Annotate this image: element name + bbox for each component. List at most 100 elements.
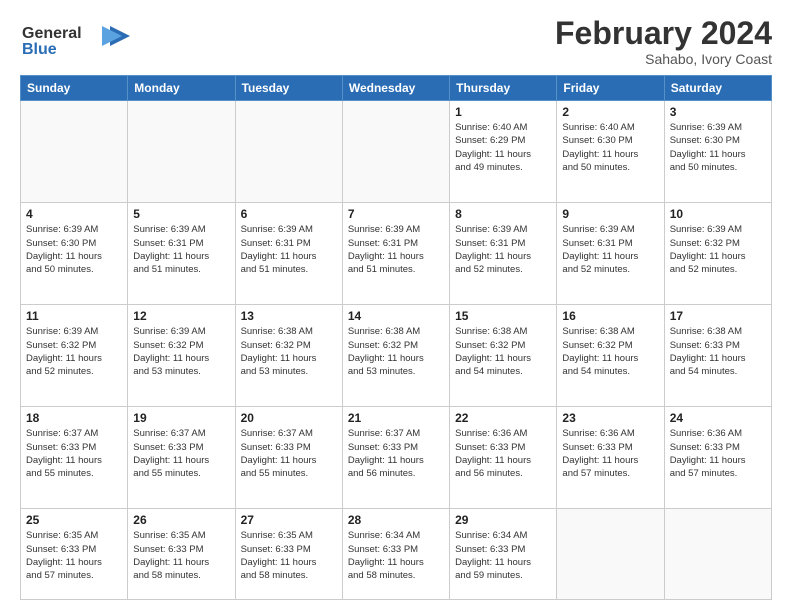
col-saturday: Saturday [664, 76, 771, 101]
day-number: 17 [670, 309, 766, 323]
day-info: Sunrise: 6:39 AM Sunset: 6:32 PM Dayligh… [26, 325, 122, 378]
header: General Blue February 2024 Sahabo, Ivory… [20, 16, 772, 67]
day-number: 18 [26, 411, 122, 425]
day-cell: 18 Sunrise: 6:37 AM Sunset: 6:33 PM Dayli… [21, 407, 128, 509]
day-info: Sunrise: 6:38 AM Sunset: 6:32 PM Dayligh… [241, 325, 337, 378]
col-wednesday: Wednesday [342, 76, 449, 101]
day-info: Sunrise: 6:38 AM Sunset: 6:32 PM Dayligh… [455, 325, 551, 378]
day-cell: 29Sunrise: 6:34 AM Sunset: 6:33 PM Dayli… [450, 509, 557, 600]
page: General Blue February 2024 Sahabo, Ivory… [0, 0, 792, 612]
day-cell: 4Sunrise: 6:39 AM Sunset: 6:30 PM Daylig… [21, 203, 128, 305]
day-info: Sunrise: 6:39 AM Sunset: 6:32 PM Dayligh… [670, 223, 766, 276]
day-cell: 20 Sunrise: 6:37 AM Sunset: 6:33 PM Dayli… [235, 407, 342, 509]
day-cell: 2 Sunrise: 6:40 AM Sunset: 6:30 PM Daylig… [557, 101, 664, 203]
logo-text: General Blue [20, 16, 130, 61]
week-row-4: 18 Sunrise: 6:37 AM Sunset: 6:33 PM Dayli… [21, 407, 772, 509]
day-info: Sunrise: 6:38 AM Sunset: 6:32 PM Dayligh… [562, 325, 658, 378]
day-cell: 12Sunrise: 6:39 AM Sunset: 6:32 PM Dayli… [128, 305, 235, 407]
col-sunday: Sunday [21, 76, 128, 101]
day-info: Sunrise: 6:38 AM Sunset: 6:32 PM Dayligh… [348, 325, 444, 378]
day-number: 19 [133, 411, 229, 425]
week-row-3: 11 Sunrise: 6:39 AM Sunset: 6:32 PM Dayli… [21, 305, 772, 407]
day-cell: 13 Sunrise: 6:38 AM Sunset: 6:32 PM Dayli… [235, 305, 342, 407]
day-number: 13 [241, 309, 337, 323]
day-info: Sunrise: 6:39 AM Sunset: 6:31 PM Dayligh… [455, 223, 551, 276]
day-cell: 10 Sunrise: 6:39 AM Sunset: 6:32 PM Dayli… [664, 203, 771, 305]
day-info: Sunrise: 6:34 AM Sunset: 6:33 PM Dayligh… [455, 529, 551, 582]
day-number: 25 [26, 513, 122, 527]
logo: General Blue [20, 16, 130, 61]
day-cell: 9Sunrise: 6:39 AM Sunset: 6:31 PM Daylig… [557, 203, 664, 305]
location-subtitle: Sahabo, Ivory Coast [555, 51, 772, 67]
day-cell: 1Sunrise: 6:40 AM Sunset: 6:29 PM Daylig… [450, 101, 557, 203]
day-cell: 28 Sunrise: 6:34 AM Sunset: 6:33 PM Dayli… [342, 509, 449, 600]
day-number: 14 [348, 309, 444, 323]
day-cell: 14 Sunrise: 6:38 AM Sunset: 6:32 PM Dayli… [342, 305, 449, 407]
day-info: Sunrise: 6:37 AM Sunset: 6:33 PM Dayligh… [241, 427, 337, 480]
day-cell: 8Sunrise: 6:39 AM Sunset: 6:31 PM Daylig… [450, 203, 557, 305]
day-info: Sunrise: 6:39 AM Sunset: 6:31 PM Dayligh… [241, 223, 337, 276]
day-cell: 19 Sunrise: 6:37 AM Sunset: 6:33 PM Dayli… [128, 407, 235, 509]
day-cell: 7 Sunrise: 6:39 AM Sunset: 6:31 PM Daylig… [342, 203, 449, 305]
day-info: Sunrise: 6:37 AM Sunset: 6:33 PM Dayligh… [348, 427, 444, 480]
day-cell: 23Sunrise: 6:36 AM Sunset: 6:33 PM Dayli… [557, 407, 664, 509]
day-number: 21 [348, 411, 444, 425]
day-number: 11 [26, 309, 122, 323]
day-cell [128, 101, 235, 203]
day-number: 22 [455, 411, 551, 425]
day-info: Sunrise: 6:38 AM Sunset: 6:33 PM Dayligh… [670, 325, 766, 378]
day-info: Sunrise: 6:36 AM Sunset: 6:33 PM Dayligh… [670, 427, 766, 480]
day-number: 7 [348, 207, 444, 221]
day-info: Sunrise: 6:37 AM Sunset: 6:33 PM Dayligh… [26, 427, 122, 480]
day-info: Sunrise: 6:34 AM Sunset: 6:33 PM Dayligh… [348, 529, 444, 582]
day-cell: 6 Sunrise: 6:39 AM Sunset: 6:31 PM Daylig… [235, 203, 342, 305]
day-info: Sunrise: 6:39 AM Sunset: 6:31 PM Dayligh… [133, 223, 229, 276]
col-monday: Monday [128, 76, 235, 101]
day-number: 12 [133, 309, 229, 323]
day-number: 27 [241, 513, 337, 527]
day-cell: 15Sunrise: 6:38 AM Sunset: 6:32 PM Dayli… [450, 305, 557, 407]
day-number: 20 [241, 411, 337, 425]
day-cell: 25 Sunrise: 6:35 AM Sunset: 6:33 PM Dayli… [21, 509, 128, 600]
day-cell: 11 Sunrise: 6:39 AM Sunset: 6:32 PM Dayli… [21, 305, 128, 407]
day-number: 24 [670, 411, 766, 425]
day-number: 23 [562, 411, 658, 425]
day-info: Sunrise: 6:35 AM Sunset: 6:33 PM Dayligh… [26, 529, 122, 582]
day-number: 10 [670, 207, 766, 221]
day-cell [235, 101, 342, 203]
day-cell: 17 Sunrise: 6:38 AM Sunset: 6:33 PM Dayli… [664, 305, 771, 407]
day-cell: 16Sunrise: 6:38 AM Sunset: 6:32 PM Dayli… [557, 305, 664, 407]
day-number: 4 [26, 207, 122, 221]
day-cell: 21 Sunrise: 6:37 AM Sunset: 6:33 PM Dayli… [342, 407, 449, 509]
col-friday: Friday [557, 76, 664, 101]
day-info: Sunrise: 6:35 AM Sunset: 6:33 PM Dayligh… [133, 529, 229, 582]
week-row-5: 25 Sunrise: 6:35 AM Sunset: 6:33 PM Dayli… [21, 509, 772, 600]
week-row-1: 1Sunrise: 6:40 AM Sunset: 6:29 PM Daylig… [21, 101, 772, 203]
day-number: 3 [670, 105, 766, 119]
day-number: 28 [348, 513, 444, 527]
day-cell [21, 101, 128, 203]
day-cell [557, 509, 664, 600]
day-cell: 27 Sunrise: 6:35 AM Sunset: 6:33 PM Dayli… [235, 509, 342, 600]
day-info: Sunrise: 6:39 AM Sunset: 6:31 PM Dayligh… [562, 223, 658, 276]
month-title: February 2024 [555, 16, 772, 51]
day-cell: 26Sunrise: 6:35 AM Sunset: 6:33 PM Dayli… [128, 509, 235, 600]
day-cell [342, 101, 449, 203]
day-info: Sunrise: 6:39 AM Sunset: 6:30 PM Dayligh… [670, 121, 766, 174]
day-info: Sunrise: 6:39 AM Sunset: 6:31 PM Dayligh… [348, 223, 444, 276]
day-cell: 5 Sunrise: 6:39 AM Sunset: 6:31 PM Daylig… [128, 203, 235, 305]
svg-text:General: General [22, 25, 82, 42]
day-cell: 3 Sunrise: 6:39 AM Sunset: 6:30 PM Daylig… [664, 101, 771, 203]
day-number: 6 [241, 207, 337, 221]
col-thursday: Thursday [450, 76, 557, 101]
day-number: 1 [455, 105, 551, 119]
day-info: Sunrise: 6:40 AM Sunset: 6:30 PM Dayligh… [562, 121, 658, 174]
day-info: Sunrise: 6:35 AM Sunset: 6:33 PM Dayligh… [241, 529, 337, 582]
day-info: Sunrise: 6:37 AM Sunset: 6:33 PM Dayligh… [133, 427, 229, 480]
day-info: Sunrise: 6:36 AM Sunset: 6:33 PM Dayligh… [455, 427, 551, 480]
svg-text:Blue: Blue [22, 41, 57, 56]
title-block: February 2024 Sahabo, Ivory Coast [555, 16, 772, 67]
day-cell [664, 509, 771, 600]
day-number: 2 [562, 105, 658, 119]
day-number: 5 [133, 207, 229, 221]
